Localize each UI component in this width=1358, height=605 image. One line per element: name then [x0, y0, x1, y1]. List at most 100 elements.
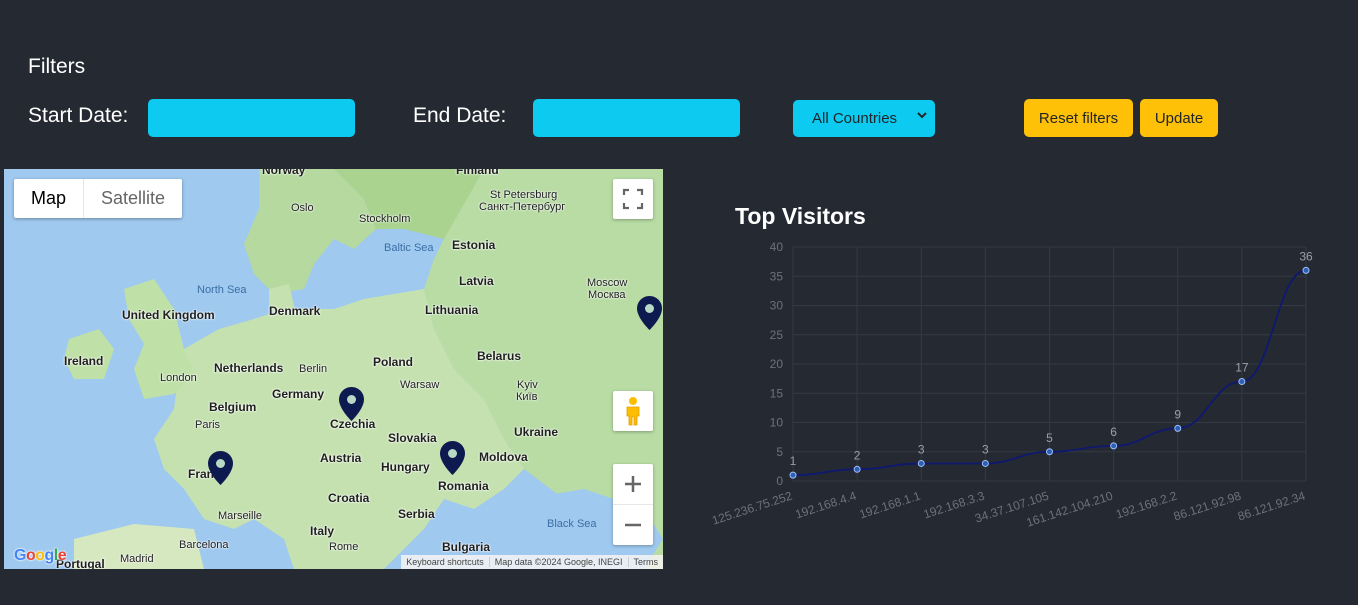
map-label-country: Ukraine [514, 425, 559, 439]
map-label-city: Москва [588, 289, 626, 301]
street-view-button[interactable] [613, 391, 653, 431]
start-date-label: Start Date: [28, 104, 129, 127]
y-tick-label: 0 [776, 474, 783, 488]
x-tick-label: 125.236.75.252 [710, 488, 794, 527]
map-attribution: Keyboard shortcuts Map data ©2024 Google… [401, 555, 663, 569]
end-date-label: End Date: [413, 104, 507, 127]
map-label-country: Poland [373, 355, 414, 369]
data-label: 17 [1235, 361, 1249, 375]
map-label-city: Санкт-Петербург [479, 201, 566, 213]
map-label-sea: Baltic Sea [384, 242, 434, 254]
data-label: 6 [1110, 425, 1117, 439]
map-label-city: St Petersburg [490, 189, 558, 201]
top-visitors-chart: 0510152025303540125.236.75.252 192.168.4.… [710, 240, 1313, 530]
data-label: 5 [1046, 431, 1053, 445]
data-label: 36 [1299, 249, 1313, 263]
map-label-city: Stockholm [359, 213, 411, 225]
map-label-country: Moldova [479, 450, 528, 464]
x-tick-label: 192.168.2.2 [1114, 488, 1179, 521]
map-label-city: Oslo [291, 202, 314, 214]
y-tick-label: 30 [770, 299, 784, 313]
map-label-city: Madrid [120, 553, 154, 565]
y-tick-label: 5 [776, 445, 783, 459]
map-label-country: Denmark [269, 304, 321, 318]
data-label: 2 [854, 448, 861, 462]
keyboard-shortcuts-link[interactable]: Keyboard shortcuts [401, 557, 490, 567]
zoom-out-button[interactable] [613, 505, 653, 545]
map-label-city: Barcelona [179, 539, 229, 551]
map-type-satellite-button[interactable]: Satellite [83, 179, 182, 218]
data-label: 3 [918, 442, 925, 456]
zoom-control[interactable] [613, 464, 653, 545]
map-label-country: Latvia [459, 274, 494, 288]
map-label-country: Slovakia [388, 431, 437, 445]
fullscreen-icon [622, 188, 644, 210]
country-select[interactable]: All Countries [793, 100, 935, 137]
data-point [981, 459, 989, 467]
zoom-out-icon [625, 523, 641, 526]
map-pin-icon[interactable] [440, 441, 465, 475]
fullscreen-button[interactable] [613, 179, 653, 219]
x-tick-label: 192.168.1.1 [858, 488, 923, 521]
map-label-country: Italy [310, 524, 335, 538]
google-logo: Google [14, 547, 67, 564]
map-label-country: Belarus [477, 349, 522, 363]
map-label-country: United Kingdom [122, 308, 215, 322]
map-label-country: Netherlands [214, 361, 284, 375]
y-tick-label: 15 [770, 386, 784, 400]
map-label-country: Bulgaria [442, 540, 491, 554]
map-label-sea: Black Sea [547, 518, 597, 530]
chart-title: Top Visitors [735, 203, 866, 229]
update-button[interactable]: Update [1140, 99, 1218, 137]
data-point [1174, 424, 1182, 432]
data-point [853, 465, 861, 473]
y-tick-label: 25 [770, 328, 784, 342]
start-date-input[interactable] [148, 99, 355, 137]
map-label-country: Lithuania [425, 303, 479, 317]
data-point [1302, 266, 1310, 274]
map-label-country: Hungary [381, 460, 430, 474]
data-point [1110, 442, 1118, 450]
zoom-in-button[interactable] [613, 465, 653, 505]
y-tick-label: 20 [770, 357, 784, 371]
map-label-city: Warsaw [400, 379, 440, 391]
map-label-city: Marseille [218, 510, 263, 522]
map-label-sea: North Sea [197, 284, 247, 296]
data-point [789, 471, 797, 479]
visitor-map[interactable]: Map Satellite Norway Finland Oslo Stockholm… [4, 169, 663, 569]
map-data-credit: Map data ©2024 Google, INEGI [490, 557, 629, 567]
zoom-in-icon [625, 476, 641, 492]
map-label-country: Austria [320, 451, 362, 465]
map-label-city: Київ [516, 391, 538, 403]
map-label-country: Estonia [452, 238, 496, 252]
data-point [1238, 378, 1246, 386]
map-pin-icon[interactable] [208, 451, 233, 485]
map-type-map-button[interactable]: Map [14, 179, 83, 218]
map-type-control[interactable]: Map Satellite [14, 179, 183, 218]
y-tick-label: 10 [770, 416, 784, 430]
map-label-city: Rome [329, 541, 359, 553]
y-tick-label: 40 [770, 240, 784, 254]
x-tick-label: 192.168.4.4 [793, 488, 858, 521]
reset-filters-button[interactable]: Reset filters [1024, 99, 1133, 137]
map-label-city: Kyiv [517, 379, 538, 391]
x-tick-label: 86.121.92.98 [1172, 488, 1243, 523]
map-label-country: Belgium [209, 400, 257, 414]
terms-link[interactable]: Terms [629, 557, 664, 567]
y-tick-label: 35 [770, 269, 784, 283]
chevron-down-icon [917, 112, 927, 119]
map-pin-icon[interactable] [637, 296, 662, 330]
data-label: 9 [1174, 407, 1181, 421]
map-pin-icon[interactable] [339, 387, 364, 421]
data-point [1046, 448, 1053, 456]
map-label-city: London [160, 372, 197, 384]
map-label-country: Finland [456, 169, 499, 177]
x-tick-label: 86.121.92.34 [1236, 488, 1307, 523]
map-label-country: Ireland [64, 354, 104, 368]
map-label-city: Paris [195, 419, 221, 431]
end-date-input[interactable] [533, 99, 740, 137]
map-label-country: Serbia [398, 507, 435, 521]
data-label: 3 [982, 442, 989, 456]
country-select-value: All Countries [812, 110, 898, 127]
map-label-country: Croatia [328, 491, 370, 505]
